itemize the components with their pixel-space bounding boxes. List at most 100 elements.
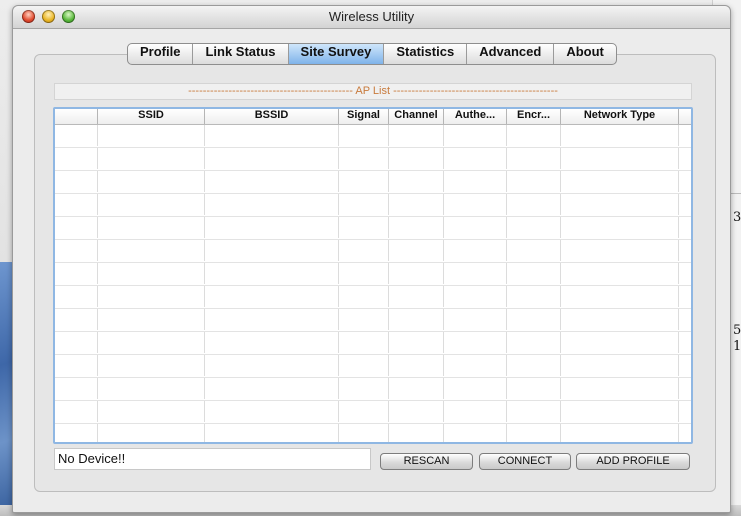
table-cell [98,378,205,399]
tab-site-survey[interactable]: Site Survey [288,44,385,64]
column-header-spacer [679,109,691,124]
table-cell [205,171,339,192]
table-cell [205,194,339,215]
table-cell [507,240,561,261]
table-cell [339,332,389,353]
table-cell [205,355,339,376]
table-cell [444,332,507,353]
window-title: Wireless Utility [328,9,415,24]
table-cell [679,217,691,238]
table-cell [389,332,444,353]
table-cell [389,240,444,261]
table-cell [98,217,205,238]
table-row[interactable] [55,332,691,355]
table-row[interactable] [55,378,691,401]
table-cell [205,217,339,238]
table-cell [98,263,205,284]
table-row[interactable] [55,286,691,309]
column-header-ssid[interactable]: SSID [98,109,205,124]
table-cell [444,424,507,442]
table-row[interactable] [55,125,691,148]
table-cell [679,125,691,146]
table-cell [339,378,389,399]
rescan-button[interactable]: RESCAN [380,453,473,470]
table-cell [444,355,507,376]
table-row[interactable] [55,171,691,194]
table-cell [389,263,444,284]
table-cell [679,194,691,215]
table-row[interactable] [55,240,691,263]
table-row[interactable] [55,148,691,171]
tab-about[interactable]: About [554,44,616,64]
table-cell [679,401,691,422]
table-cell [389,171,444,192]
column-header-channel[interactable]: Channel [389,109,444,124]
column-header-index[interactable] [55,109,98,124]
table-cell [98,286,205,307]
table-cell [561,332,679,353]
table-cell [679,332,691,353]
table-cell [389,309,444,330]
table-cell [507,401,561,422]
table-cell [205,240,339,261]
table-cell [389,424,444,442]
table-cell [561,125,679,146]
table-cell [55,286,98,307]
table-cell [507,217,561,238]
tab-profile[interactable]: Profile [128,44,194,64]
table-cell [444,217,507,238]
connect-button[interactable]: CONNECT [479,453,571,470]
add-profile-button[interactable]: ADD PROFILE [576,453,690,470]
table-row[interactable] [55,194,691,217]
table-cell [205,424,339,442]
table-cell [205,148,339,169]
table-cell [55,148,98,169]
table-cell [339,286,389,307]
table-cell [679,355,691,376]
table-cell [679,171,691,192]
table-cell [561,194,679,215]
table-cell [339,217,389,238]
tab-statistics[interactable]: Statistics [384,44,468,64]
table-cell [561,240,679,261]
column-header-bssid[interactable]: BSSID [205,109,339,124]
table-cell [679,263,691,284]
table-cell [55,309,98,330]
table-cell [55,424,98,442]
table-row[interactable] [55,263,691,286]
table-cell [507,424,561,442]
table-cell [205,401,339,422]
table-cell [339,309,389,330]
table-row[interactable] [55,217,691,240]
table-cell [561,171,679,192]
table-cell [444,378,507,399]
table-cell [205,332,339,353]
column-header-signal[interactable]: Signal [339,109,389,124]
table-row[interactable] [55,424,691,442]
table-cell [55,171,98,192]
table-row[interactable] [55,401,691,424]
table-cell [98,240,205,261]
desktop-text-fragment: 18 [733,339,741,354]
tab-link-status[interactable]: Link Status [193,44,289,64]
column-header-encryption[interactable]: Encr... [507,109,561,124]
tab-advanced[interactable]: Advanced [467,44,555,64]
table-header-row: SSID BSSID Signal Channel Authe... Encr.… [55,109,691,125]
ap-list-table[interactable]: SSID BSSID Signal Channel Authe... Encr.… [53,107,693,444]
table-cell [339,401,389,422]
table-row[interactable] [55,309,691,332]
title-bar[interactable]: Wireless Utility [13,6,730,29]
table-cell [339,148,389,169]
table-cell [389,401,444,422]
table-cell [561,217,679,238]
wireless-utility-window: Wireless Utility Profile Link Status Sit… [12,5,731,513]
desktop-text-fragment: 5 [733,323,741,338]
table-cell [679,148,691,169]
table-cell [561,263,679,284]
table-cell [507,309,561,330]
column-header-network-type[interactable]: Network Type [561,109,679,124]
table-cell [55,355,98,376]
table-row[interactable] [55,355,691,378]
column-header-authentication[interactable]: Authe... [444,109,507,124]
table-cell [98,424,205,442]
